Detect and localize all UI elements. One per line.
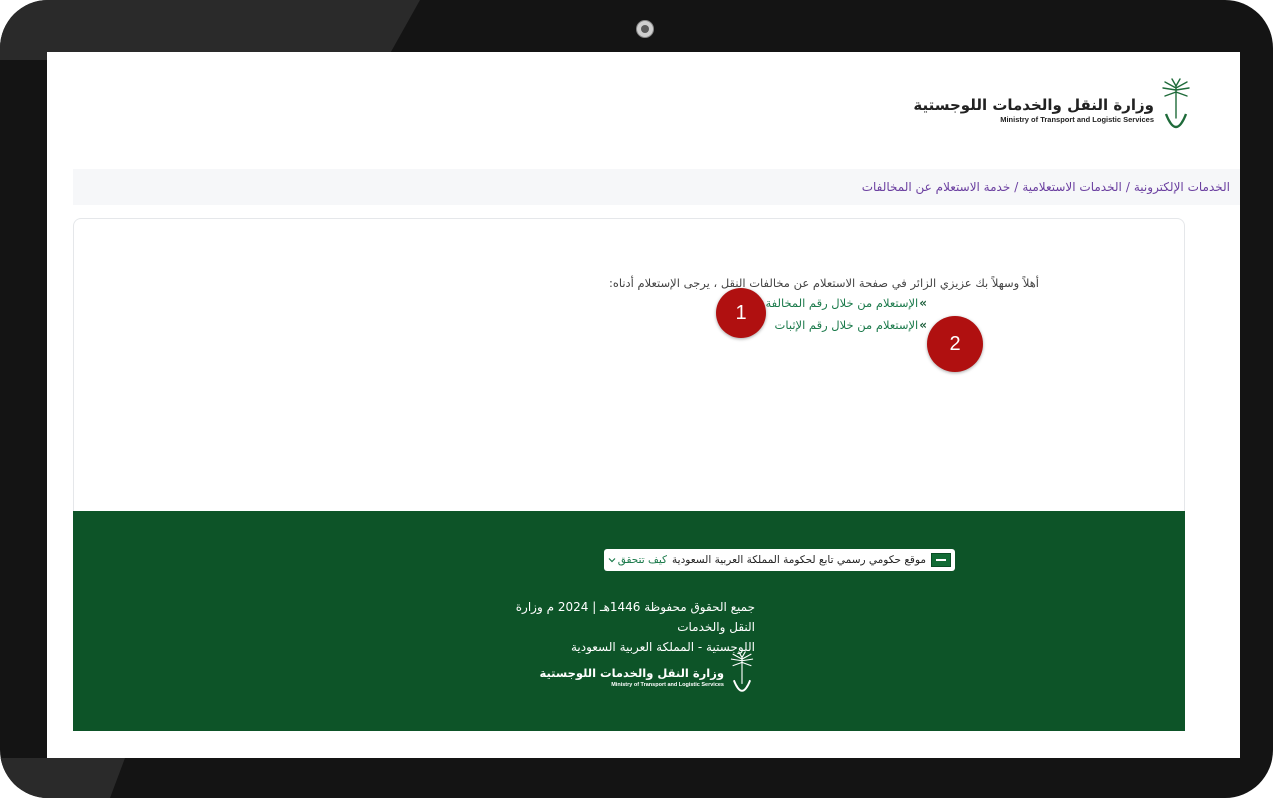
verify-link-label: كيف تتحقق xyxy=(617,554,668,566)
screen: وزارة النقل والخدمات اللوجستية Ministry … xyxy=(47,52,1240,758)
footer: موقع حكومي رسمي تابع لحكومة المملكة العر… xyxy=(73,511,1185,731)
link-label: الإستعلام من خلال رقم الإثبات xyxy=(774,318,919,332)
logo-title-ar: وزارة النقل والخدمات اللوجستية xyxy=(913,96,1154,114)
footer-logo-title-en: Ministry of Transport and Logistic Servi… xyxy=(611,681,724,688)
breadcrumb-item-eservices[interactable]: الخدمات الإلكترونية xyxy=(1134,180,1230,194)
government-site-badge: موقع حكومي رسمي تابع لحكومة المملكة العر… xyxy=(603,549,955,571)
copyright-text: جميع الحقوق محفوظة 1446هـ | 2024 م وزارة… xyxy=(495,597,755,657)
breadcrumb: الخدمات الإلكترونية / الخدمات الاستعلامي… xyxy=(73,169,1240,205)
palm-swords-logo-icon xyxy=(730,651,754,692)
gov-badge-text: موقع حكومي رسمي تابع لحكومة المملكة العر… xyxy=(672,554,926,566)
chevron-down-icon xyxy=(608,558,616,563)
copyright-line-1: جميع الحقوق محفوظة 1446هـ | 2024 م وزارة… xyxy=(515,600,755,634)
inquiry-by-proof-number-link[interactable]: » الإستعلام من خلال رقم الإثبات xyxy=(775,318,927,332)
footer-logo-text: وزارة النقل والخدمات اللوجستية Ministry … xyxy=(540,666,724,689)
link-label: الإستعلام من خلال رقم المخالفة xyxy=(765,296,919,310)
tablet-glare-bottom xyxy=(0,758,125,798)
tablet-glare xyxy=(0,0,420,60)
logo-text: وزارة النقل والخدمات اللوجستية Ministry … xyxy=(913,95,1154,125)
footer-logo-title-ar: وزارة النقل والخدمات اللوجستية xyxy=(539,665,724,680)
saudi-flag-icon xyxy=(931,553,951,567)
content-card xyxy=(73,218,1185,518)
how-to-verify-link[interactable]: كيف تتحقق xyxy=(608,554,667,566)
ministry-logo[interactable]: وزارة النقل والخدمات اللوجستية Ministry … xyxy=(913,78,1192,142)
footer-ministry-logo[interactable]: وزارة النقل والخدمات اللوجستية Ministry … xyxy=(540,651,755,703)
intro-text: أهلاً وسهلاً بك عزيزي الزائر في صفحة الا… xyxy=(608,276,1039,290)
breadcrumb-item-inquiry-services[interactable]: الخدمات الاستعلامية xyxy=(1022,180,1122,194)
inquiry-by-violation-number-link[interactable]: » الإستعلام من خلال رقم المخالفة xyxy=(766,296,927,310)
logo-title-en: Ministry of Transport and Logistic Servi… xyxy=(1000,115,1154,124)
annotation-marker-1: 1 xyxy=(716,288,766,338)
tablet-frame: وزارة النقل والخدمات اللوجستية Ministry … xyxy=(0,0,1273,798)
chevron-double-left-icon: » xyxy=(919,318,927,332)
chevron-double-left-icon: » xyxy=(919,296,927,310)
breadcrumb-item-violations-inquiry: خدمة الاستعلام عن المخالفات xyxy=(861,180,1011,194)
breadcrumb-separator: / xyxy=(1125,180,1130,194)
camera-icon xyxy=(636,20,654,38)
annotation-marker-2: 2 xyxy=(927,316,983,372)
palm-swords-logo-icon xyxy=(1162,78,1190,129)
breadcrumb-separator: / xyxy=(1014,180,1019,194)
